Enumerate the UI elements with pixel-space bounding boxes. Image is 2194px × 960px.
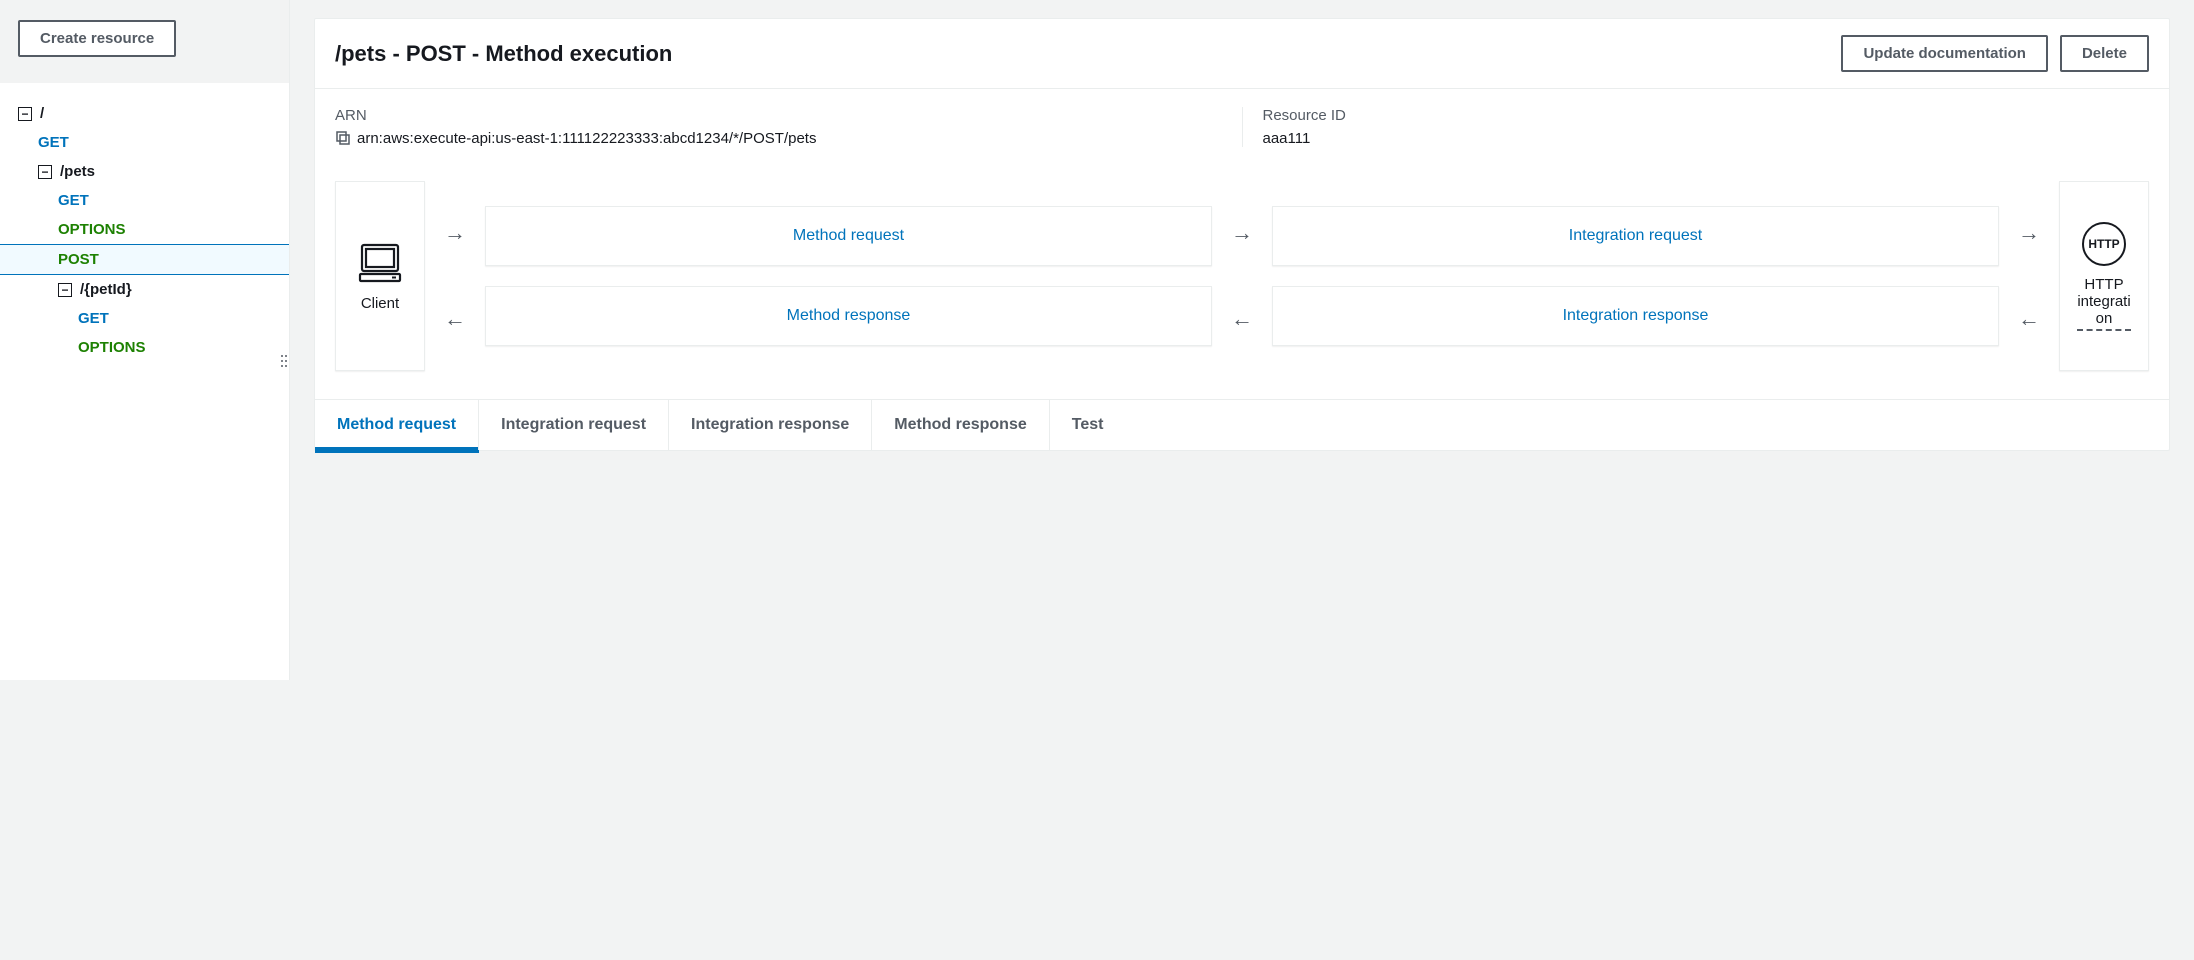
meta-label: ARN [335,107,1222,124]
tree-method-pets-post[interactable]: POST [0,244,289,275]
resource-tree-sidebar: Create resource − / GET − /pets GET OPTI… [0,0,290,680]
http-integration-label: integrati [2077,293,2130,310]
http-icon: HTTP [2082,222,2126,266]
arrow-right-icon: → [1222,220,1262,246]
integration-request-box[interactable]: Integration request [1272,206,1999,266]
arrow-left-icon: ← [1222,306,1262,332]
tree-label: OPTIONS [78,339,146,356]
method-tabs: Method request Integration request Integ… [315,399,2169,450]
client-icon [356,241,404,285]
page-title: /pets - POST - Method execution [335,41,672,67]
arn-value: arn:aws:execute-api:us-east-1:1111222233… [357,130,816,147]
panel-header: /pets - POST - Method execution Update d… [315,19,2169,89]
tree-method-pets-options[interactable]: OPTIONS [10,215,279,244]
tree-label: POST [58,251,99,268]
tree-label: GET [38,134,69,151]
meta-section: ARN arn:aws:execute-api:us-east-1:111122… [315,89,2169,165]
collapse-icon: − [58,283,72,297]
tree-label: /pets [60,163,95,180]
tab-method-request[interactable]: Method request [315,400,479,450]
tab-test[interactable]: Test [1050,400,1126,450]
tab-method-response[interactable]: Method response [872,400,1049,450]
create-resource-button[interactable]: Create resource [18,20,176,57]
tree-label: / [40,105,44,122]
resource-tree: − / GET − /pets GET OPTIONS POST − /{p [0,83,289,372]
tree-method-petid-get[interactable]: GET [10,304,279,333]
delete-button[interactable]: Delete [2060,35,2149,72]
method-execution-panel: /pets - POST - Method execution Update d… [314,18,2170,451]
tab-integration-request[interactable]: Integration request [479,400,669,450]
meta-arn: ARN arn:aws:execute-api:us-east-1:111122… [335,107,1243,147]
meta-resource-id: Resource ID aaa111 [1243,107,2170,147]
tree-label: GET [58,192,89,209]
sidebar-resize-handle[interactable] [281,355,287,373]
method-response-box[interactable]: Method response [485,286,1212,346]
tree-method-pets-get[interactable]: GET [10,186,279,215]
tree-label: OPTIONS [58,221,126,238]
tree-node-pets[interactable]: − /pets [10,157,279,186]
tree-method-petid-options[interactable]: OPTIONS [10,333,279,362]
tree-node-petid[interactable]: − /{petId} [10,275,279,304]
collapse-icon: − [18,107,32,121]
http-integration-label: on [2077,310,2130,331]
sidebar-header: Create resource [0,0,289,83]
tree-method-root-get[interactable]: GET [10,128,279,157]
main-content: /pets - POST - Method execution Update d… [290,0,2194,680]
arrow-right-icon: → [2009,220,2049,246]
flow-client-box: Client [335,181,425,371]
meta-label: Resource ID [1263,107,2150,124]
http-integration-label: HTTP [2077,276,2130,293]
flow-integration-endpoint-box: HTTP HTTP integrati on [2059,181,2149,371]
client-label: Client [361,295,399,312]
tree-label: /{petId} [80,281,132,298]
copy-icon[interactable] [335,130,351,146]
update-documentation-button[interactable]: Update documentation [1841,35,2048,72]
collapse-icon: − [38,165,52,179]
resource-id-value: aaa111 [1263,130,1311,147]
tree-node-root[interactable]: − / [10,99,279,128]
arrow-left-icon: ← [435,306,475,332]
execution-flow: Client → ← Method request Method respons… [315,165,2169,393]
arrow-left-icon: ← [2009,306,2049,332]
tab-integration-response[interactable]: Integration response [669,400,872,450]
tree-label: GET [78,310,109,327]
integration-response-box[interactable]: Integration response [1272,286,1999,346]
method-request-box[interactable]: Method request [485,206,1212,266]
arrow-right-icon: → [435,220,475,246]
